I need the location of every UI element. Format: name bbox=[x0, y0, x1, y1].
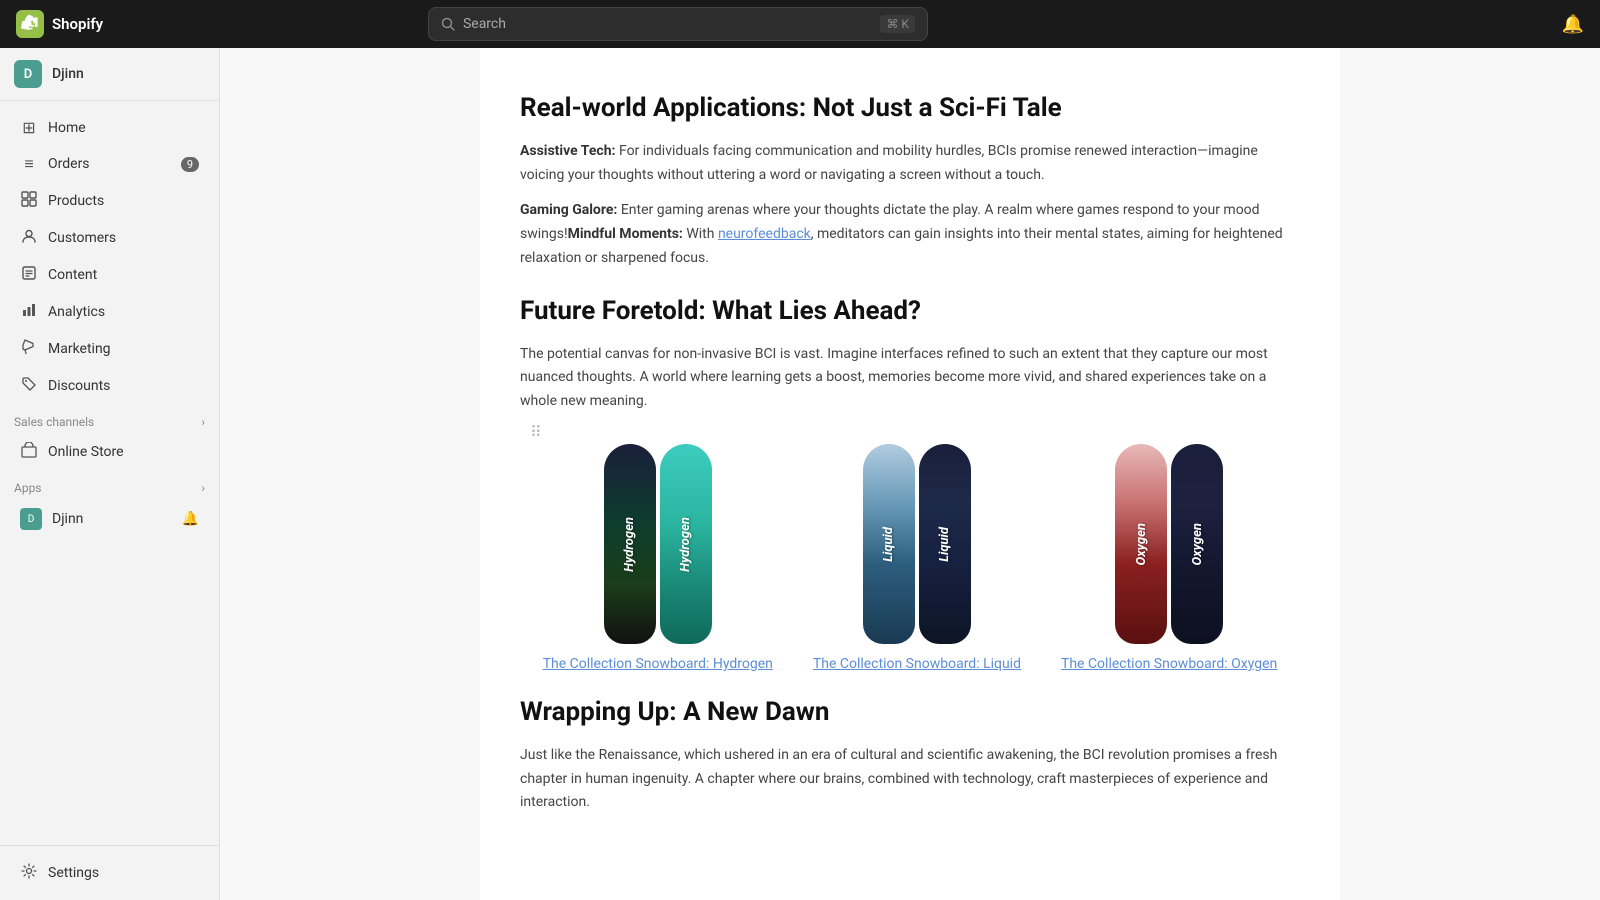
notification-bell[interactable]: 🔔 bbox=[1562, 14, 1584, 35]
section1-p1-body: For individuals facing communication and… bbox=[520, 143, 1258, 183]
article-content: ⠿ Real-world Applications: Not Just a Sc… bbox=[480, 48, 1340, 900]
sidebar-nav: ⊞ Home ≡ Orders 9 Products Customers bbox=[0, 101, 219, 845]
sidebar-item-label: Content bbox=[48, 267, 97, 283]
apps-expand-icon[interactable]: › bbox=[201, 481, 205, 495]
sidebar-item-label: Orders bbox=[48, 156, 90, 172]
sidebar-item-label: Djinn bbox=[52, 511, 83, 527]
sidebar-item-analytics[interactable]: Analytics bbox=[6, 294, 213, 330]
product-item-oxygen: Oxygen Oxygen The Collection Snowboard: … bbox=[1061, 444, 1277, 672]
sidebar-item-discounts[interactable]: Discounts bbox=[6, 368, 213, 404]
sidebar-item-online-store[interactable]: Online Store bbox=[6, 434, 213, 470]
sidebar-item-label: Products bbox=[48, 193, 104, 209]
search-bar[interactable]: Search ⌘ K bbox=[428, 7, 928, 41]
analytics-icon bbox=[20, 302, 38, 322]
oxygen-board-right: Oxygen bbox=[1171, 444, 1223, 644]
search-placeholder: Search bbox=[463, 16, 506, 32]
hydrogen-boards: Hydrogen Hydrogen bbox=[604, 444, 712, 644]
sales-channels-section: Sales channels › bbox=[0, 405, 219, 433]
section3-heading: Wrapping Up: A New Dawn bbox=[520, 696, 1300, 730]
section2-p1: The potential canvas for non-invasive BC… bbox=[520, 343, 1300, 414]
marketing-icon bbox=[20, 339, 38, 359]
liquid-label-right: Liquid bbox=[937, 527, 952, 562]
gaming-galore-label: Gaming Galore: bbox=[520, 202, 617, 218]
search-icon bbox=[441, 17, 455, 31]
sidebar-item-products[interactable]: Products bbox=[6, 183, 213, 219]
section2-heading: Future Foretold: What Lies Ahead? bbox=[520, 295, 1300, 329]
sidebar-item-marketing[interactable]: Marketing bbox=[6, 331, 213, 367]
sidebar-item-label: Customers bbox=[48, 230, 116, 246]
assistive-tech-label: Assistive Tech: bbox=[520, 143, 616, 159]
liquid-board-right: Liquid bbox=[919, 444, 971, 644]
hydrogen-product-link[interactable]: The Collection Snowboard: Hydrogen bbox=[543, 656, 773, 672]
shopify-logo-text: Shopify bbox=[52, 15, 103, 33]
sidebar-item-label: Home bbox=[48, 120, 86, 136]
customers-icon bbox=[20, 228, 38, 248]
djinn-app-avatar: D bbox=[20, 508, 42, 530]
product-grid: Hydrogen Hydrogen The Collection Snowboa… bbox=[520, 444, 1300, 672]
home-icon: ⊞ bbox=[20, 118, 38, 137]
store-avatar: D bbox=[14, 60, 42, 88]
hydrogen-label-left: Hydrogen bbox=[622, 517, 637, 572]
sidebar-footer: Settings bbox=[0, 845, 219, 900]
liquid-board-left: Liquid bbox=[863, 444, 915, 644]
oxygen-label-left: Oxygen bbox=[1134, 523, 1149, 565]
neurofeedback-link[interactable]: neurofeedback bbox=[718, 226, 811, 242]
online-store-icon bbox=[20, 442, 38, 462]
store-name: Djinn bbox=[52, 66, 84, 82]
sidebar-item-label: Discounts bbox=[48, 378, 110, 394]
orders-icon: ≡ bbox=[20, 154, 38, 174]
content-icon bbox=[20, 265, 38, 285]
sidebar-item-orders[interactable]: ≡ Orders 9 bbox=[6, 146, 213, 182]
product-item-hydrogen: Hydrogen Hydrogen The Collection Snowboa… bbox=[543, 444, 773, 672]
sidebar-item-customers[interactable]: Customers bbox=[6, 220, 213, 256]
expand-icon[interactable]: › bbox=[201, 415, 205, 429]
sidebar-item-label: Online Store bbox=[48, 444, 124, 460]
product-item-liquid: Liquid Liquid The Collection Snowboard: … bbox=[813, 444, 1021, 672]
article-wrapper: ⠿ Real-world Applications: Not Just a Sc… bbox=[520, 48, 1300, 815]
content-area: ⠿ Real-world Applications: Not Just a Sc… bbox=[220, 48, 1600, 900]
sidebar-item-settings[interactable]: Settings bbox=[6, 855, 213, 891]
settings-icon bbox=[20, 863, 38, 883]
sidebar: D Djinn ⊞ Home ≡ Orders 9 Products bbox=[0, 48, 220, 900]
orders-badge: 9 bbox=[181, 157, 199, 172]
settings-label: Settings bbox=[48, 865, 99, 881]
sidebar-item-home[interactable]: ⊞ Home bbox=[6, 110, 213, 145]
sidebar-item-label: Marketing bbox=[48, 341, 111, 357]
liquid-boards: Liquid Liquid bbox=[863, 444, 971, 644]
oxygen-boards: Oxygen Oxygen bbox=[1115, 444, 1223, 644]
search-shortcut: ⌘ K bbox=[880, 15, 915, 33]
store-selector[interactable]: D Djinn bbox=[0, 48, 219, 101]
oxygen-label-right: Oxygen bbox=[1190, 523, 1205, 565]
section3-p1: Just like the Renaissance, which ushered… bbox=[520, 744, 1300, 815]
oxygen-product-link[interactable]: The Collection Snowboard: Oxygen bbox=[1061, 656, 1277, 672]
app-notification-icon[interactable]: 🔔 bbox=[182, 511, 199, 527]
mindful-moments-label: Mindful Moments: bbox=[568, 226, 683, 242]
section1-p2: Gaming Galore: Enter gaming arenas where… bbox=[520, 199, 1300, 270]
products-icon bbox=[20, 191, 38, 211]
apps-section: Apps › bbox=[0, 471, 219, 499]
topbar: Shopify Search ⌘ K 🔔 bbox=[0, 0, 1600, 48]
hydrogen-label-right: Hydrogen bbox=[678, 517, 693, 572]
liquid-product-link[interactable]: The Collection Snowboard: Liquid bbox=[813, 656, 1021, 672]
section1-p2-mindful-intro: With bbox=[683, 226, 718, 242]
sidebar-item-label: Analytics bbox=[48, 304, 105, 320]
hydrogen-board-left: Hydrogen bbox=[604, 444, 656, 644]
oxygen-board-left: Oxygen bbox=[1115, 444, 1167, 644]
shopify-logo[interactable]: Shopify bbox=[16, 10, 103, 38]
drag-handle[interactable]: ⠿ bbox=[530, 422, 542, 441]
article-section-1: Real-world Applications: Not Just a Sci-… bbox=[520, 48, 1300, 815]
sidebar-item-djinn[interactable]: D Djinn 🔔 bbox=[6, 500, 213, 538]
main-layout: D Djinn ⊞ Home ≡ Orders 9 Products bbox=[0, 48, 1600, 900]
liquid-label-left: Liquid bbox=[881, 527, 896, 562]
section1-heading: Real-world Applications: Not Just a Sci-… bbox=[520, 92, 1300, 126]
hydrogen-board-right: Hydrogen bbox=[660, 444, 712, 644]
discounts-icon bbox=[20, 376, 38, 396]
sidebar-item-content[interactable]: Content bbox=[6, 257, 213, 293]
section1-p1: Assistive Tech: For individuals facing c… bbox=[520, 140, 1300, 188]
